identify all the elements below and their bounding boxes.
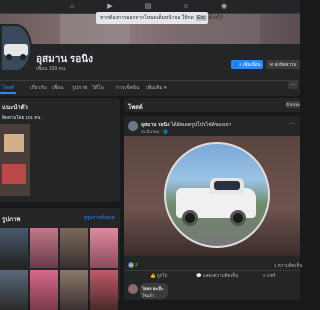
comment-text: ใช่แล้ว: [142, 293, 154, 298]
commenter-avatar[interactable]: [128, 284, 138, 294]
tab-more[interactable]: เพิ่มเติม ▾: [146, 84, 166, 92]
active-tab-indicator: [0, 92, 16, 94]
photo-thumbnail[interactable]: [30, 270, 58, 310]
message-label: ส่งข้อความ: [274, 62, 297, 67]
like-icon: 👍: [150, 273, 157, 278]
video-icon[interactable]: ▶: [106, 3, 114, 11]
reaction-count: 2: [135, 262, 138, 268]
photo-thumbnail[interactable]: [0, 228, 28, 268]
esc-key: Esc: [196, 15, 207, 21]
more-options-button[interactable]: ···: [288, 81, 298, 89]
see-all-photos-link[interactable]: ดูรูปภาพทั้งหมด: [84, 214, 115, 221]
photos-title: รูปภาพ: [2, 217, 21, 223]
reaction-summary[interactable]: 👍 2: [128, 262, 138, 268]
tab-posts[interactable]: โพสต์: [2, 84, 14, 92]
tab-checkins[interactable]: การเช็คอิน: [116, 84, 139, 92]
posts-header: [124, 98, 300, 112]
profile-avatar[interactable]: [0, 24, 32, 72]
comment-button[interactable]: 💬 แสดงความคิดเห็น: [196, 272, 238, 279]
photo-thumbnail[interactable]: [0, 270, 28, 310]
filter-button[interactable]: ตัวกรอง: [286, 101, 300, 108]
comment-icon: 💬: [196, 273, 203, 278]
post-action-text: ได้อัพเดตรูปโปรไฟล์ของเขา: [170, 122, 232, 128]
share-button[interactable]: ↪ แชร์: [262, 272, 275, 279]
marketplace-icon[interactable]: ▤: [144, 3, 152, 11]
tab-friends[interactable]: เพื่อน: [52, 84, 63, 92]
fullscreen-exit-tooltip: หากต้องการออกจากโหมดเต็มหน้าจอ ให้กด Esc…: [96, 12, 223, 24]
like-button[interactable]: 👍 ถูกใจ: [150, 272, 167, 279]
featured-photo[interactable]: [0, 124, 30, 196]
home-icon[interactable]: ⌂: [68, 3, 76, 11]
photo-thumbnail[interactable]: [90, 228, 118, 268]
post-options-icon[interactable]: ···: [289, 121, 295, 127]
photo-thumbnail[interactable]: [60, 228, 88, 268]
friends-count[interactable]: เพื่อน 109 คน: [36, 65, 65, 73]
tooltip-text-after: ค้างไว้: [208, 15, 223, 21]
tab-about[interactable]: เกี่ยวกับ: [30, 84, 47, 92]
message-button[interactable]: ✉ ส่งข้อความ: [266, 60, 300, 69]
share-label: แชร์: [267, 273, 276, 278]
tab-photos[interactable]: รูปภาพ: [72, 84, 87, 92]
intro-followers: ติดตามโดย 101 คน: [2, 115, 41, 120]
tab-videos[interactable]: วิดีโอ: [92, 84, 104, 92]
groups-icon[interactable]: ☺: [182, 3, 190, 11]
comment-label: แสดงความคิดเห็น: [202, 273, 239, 278]
comment-count[interactable]: 1 ความคิดเห็น: [274, 262, 302, 269]
post-image[interactable]: [124, 136, 300, 256]
photo-thumbnail[interactable]: [60, 270, 88, 310]
add-friend-label: เพิ่มเพื่อน: [242, 62, 261, 67]
posts-title: โพสต์: [128, 105, 143, 111]
add-friend-icon: 👤+: [233, 62, 243, 67]
gaming-icon[interactable]: ◉: [220, 3, 228, 11]
photo-thumbnail[interactable]: [90, 270, 118, 310]
like-label: ถูกใจ: [156, 273, 168, 278]
post-timestamp[interactable]: 25 มีนาคม · 🌐: [141, 128, 168, 135]
photo-thumbnail[interactable]: [30, 228, 58, 268]
add-friend-button[interactable]: 👤+ เพิ่มเพื่อน: [231, 60, 263, 69]
commenter-name[interactable]: ไฮคล ฮะเป๊ะ: [142, 285, 163, 292]
intro-title: แนะนำตัว: [2, 105, 28, 111]
like-reaction-icon: 👍: [128, 262, 134, 268]
post-author-avatar[interactable]: [128, 121, 138, 131]
tooltip-text-before: หากต้องการออกจากโหมดเต็มหน้าจอ ให้กด: [100, 15, 194, 21]
